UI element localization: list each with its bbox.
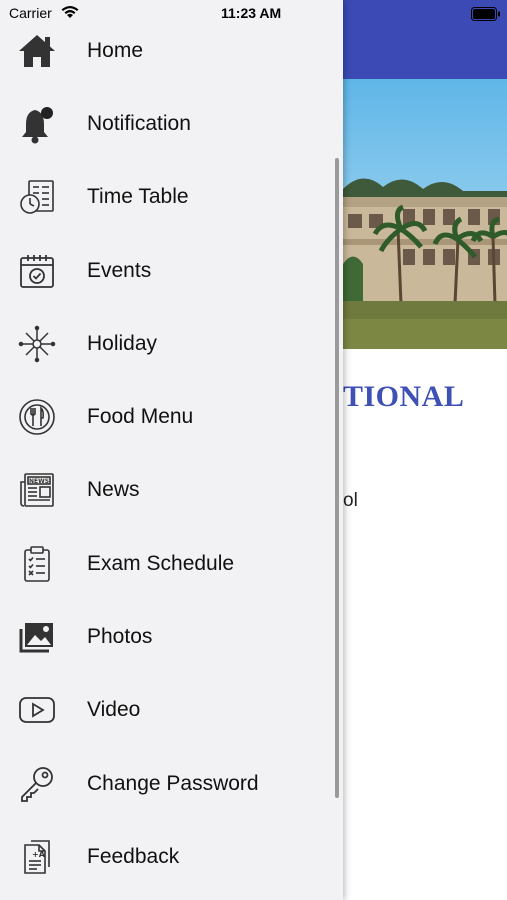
- menu-item-time-table[interactable]: Time Table: [0, 167, 335, 227]
- menu-label-feedback: Feedback: [87, 845, 180, 868]
- bell-icon: [15, 102, 59, 146]
- main-screen: TIONAL ol: [343, 0, 507, 900]
- wifi-icon: [60, 5, 80, 24]
- battery-icon: [471, 7, 501, 26]
- menu-label-change-password: Change Password: [87, 772, 259, 795]
- newspaper-icon: NEWS: [15, 468, 59, 512]
- menu-label-food-menu: Food Menu: [87, 405, 194, 428]
- menu-label-notification: Notification: [87, 112, 191, 135]
- feedback-icon: +A: [15, 835, 59, 879]
- menu-label-photos: Photos: [87, 625, 153, 648]
- key-icon: [15, 762, 59, 806]
- food-icon: [15, 395, 59, 439]
- menu-label-time-table: Time Table: [87, 185, 189, 208]
- menu-label-events: Events: [87, 259, 152, 282]
- clipboard-icon: [15, 542, 59, 586]
- navigation-drawer: Home Notification Time Table Events Holi…: [0, 0, 343, 900]
- status-time: 11:23 AM: [221, 5, 282, 21]
- menu-item-holiday[interactable]: Holiday: [0, 314, 335, 374]
- carrier-label: Carrier: [9, 5, 52, 21]
- calendar-icon: [15, 249, 59, 293]
- timetable-icon: [15, 175, 59, 219]
- svg-text:+A: +A: [32, 850, 46, 859]
- menu-item-home[interactable]: Home: [0, 21, 335, 81]
- school-photo: [343, 79, 507, 349]
- photos-icon: [15, 615, 59, 659]
- menu-item-change-password[interactable]: Change Password: [0, 754, 335, 814]
- school-subtitle: ol: [343, 490, 358, 511]
- menu-item-video[interactable]: Video: [0, 680, 335, 740]
- menu-item-exam-schedule[interactable]: Exam Schedule: [0, 534, 335, 594]
- menu-item-notification[interactable]: Notification: [0, 94, 335, 154]
- menu-label-news: News: [87, 478, 140, 501]
- menu-label-video: Video: [87, 698, 141, 721]
- menu-label-exam-schedule: Exam Schedule: [87, 552, 235, 575]
- fireworks-icon: [15, 322, 59, 366]
- video-icon: [15, 688, 59, 732]
- svg-text:NEWS: NEWS: [29, 478, 49, 485]
- menu-item-food-menu[interactable]: Food Menu: [0, 387, 335, 447]
- school-title: TIONAL: [343, 380, 465, 413]
- home-icon: [15, 29, 59, 73]
- menu-label-home: Home: [87, 39, 144, 62]
- menu-item-events[interactable]: Events: [0, 241, 335, 301]
- menu-item-feedback[interactable]: +A Feedback: [0, 827, 335, 887]
- menu-item-news[interactable]: NEWS News: [0, 460, 335, 520]
- drawer-scrollbar[interactable]: [335, 158, 339, 798]
- menu-item-photos[interactable]: Photos: [0, 607, 335, 667]
- status-bar: Carrier 11:23 AM: [0, 0, 507, 26]
- menu-label-holiday: Holiday: [87, 332, 158, 355]
